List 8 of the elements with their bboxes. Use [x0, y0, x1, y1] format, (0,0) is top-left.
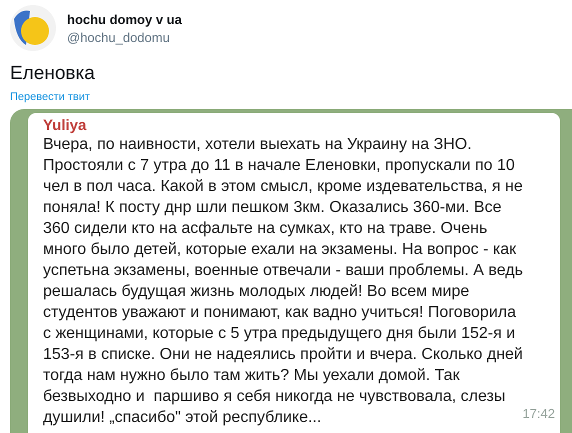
avatar[interactable] [10, 5, 56, 51]
message-time: 17:42 [522, 406, 555, 421]
tweet-text: Еленовка [10, 63, 96, 85]
author-handle[interactable]: @hochu_dodomu [67, 30, 182, 44]
author-name[interactable]: hochu domoy v ua [67, 12, 182, 26]
translate-link[interactable]: Перевести твит [10, 91, 90, 103]
message-text: Вчера, по наивности, хотели выехать на Украину на ЗНО. Простояли с 7 утра до 11 в начале Еленовки, пропускали по 10 чел в пол часа. Какой в этом смысл, кроме издевательства, я не поняла! К посту днр шли пешком 3км. Оказались 360-ми. Все 360 сидели кто на асфальте на сумках, кто на траве. Очень много было детей, которые ехали на экзамены. На вопрос - как успетьна экзамены, военные отвечали - ваши проблемы. А ведь решалась будущая жизнь молодых людей! Во всем мире студентов уважают и понимают, как вадно учиться! Поговорила с женщинами, которые с 5 утра предыдущего дня были 152-я и 153-я в списке. Они не надеялись пройти и вчера. Сколько дней тогда нам нужно было там жить? Мы уехали домой. Так безвыходно и паршиво я себя никогда не чувствовала, слезы душили! „спасибо" этой республике... [43, 135, 523, 428]
sender-name: Yuliya [43, 117, 88, 134]
